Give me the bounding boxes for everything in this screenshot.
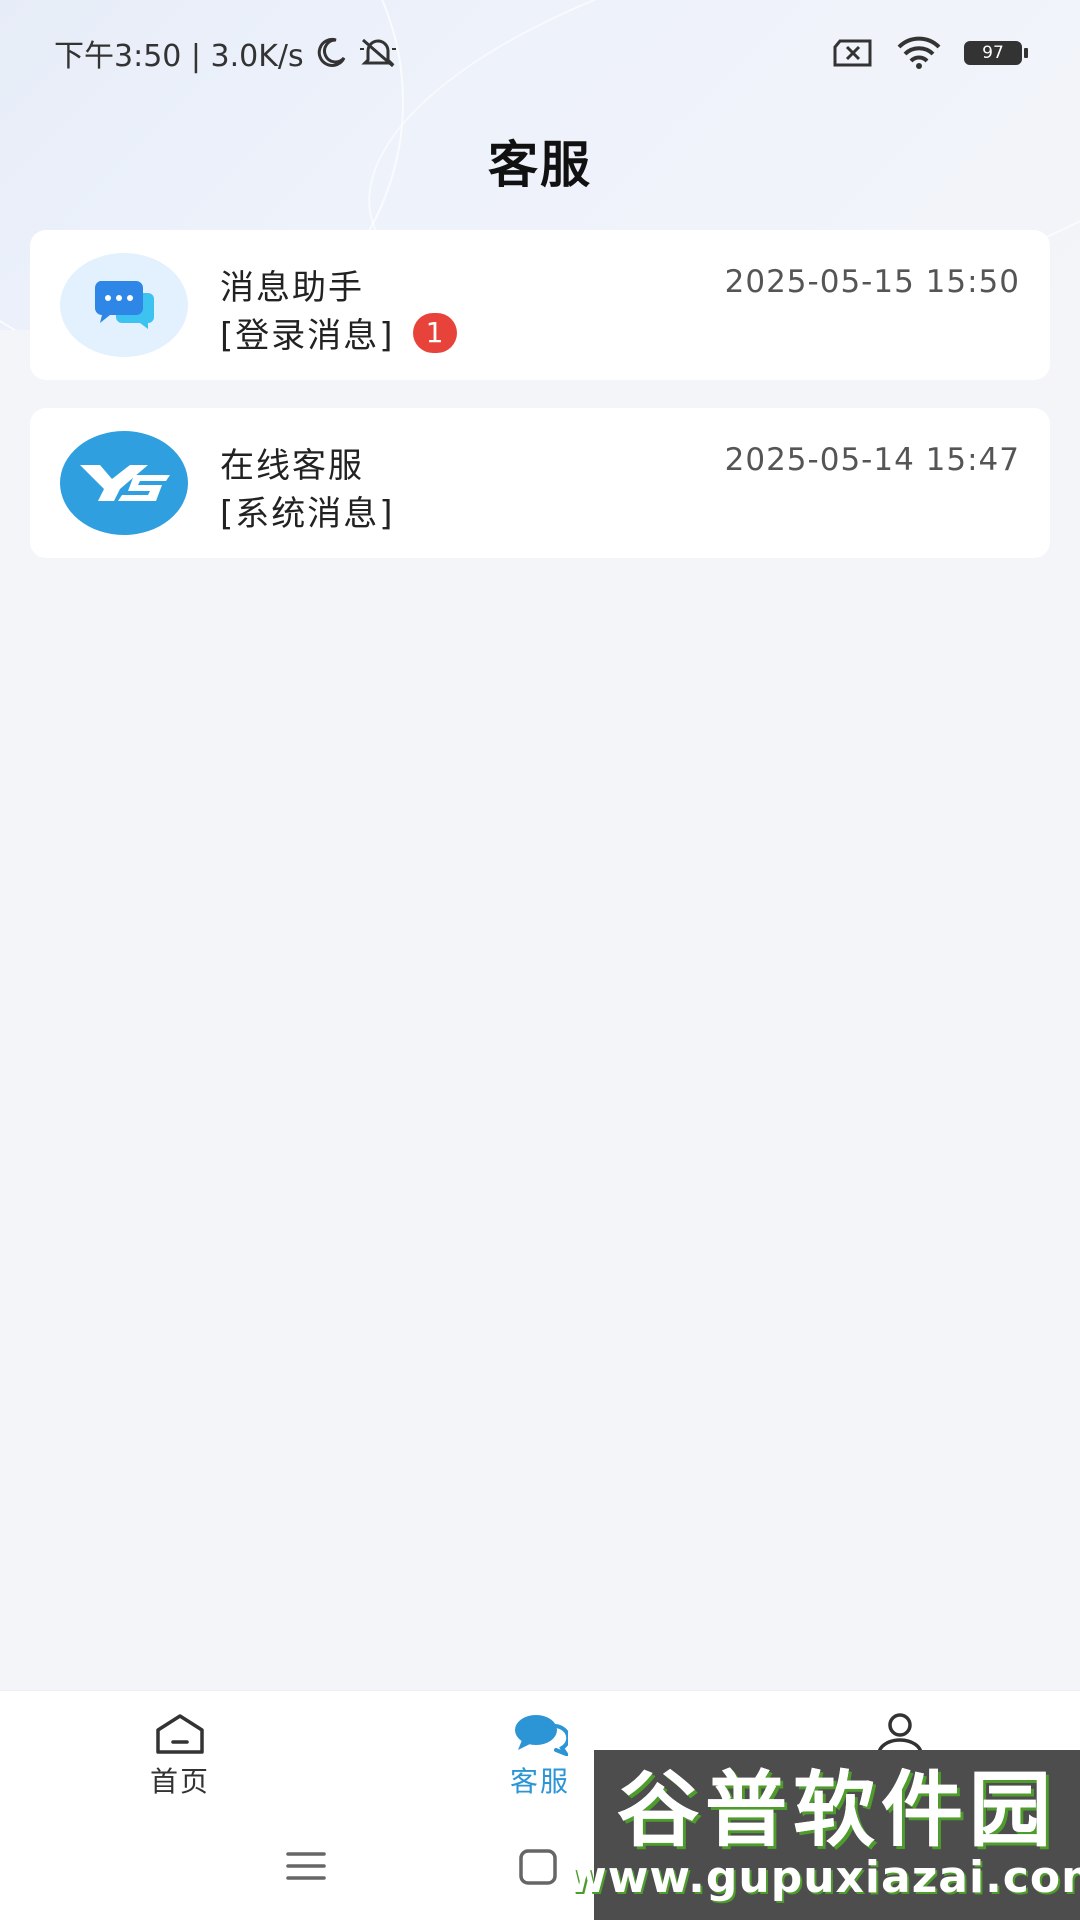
status-left: 下午3:50 | 3.0K/s [54,31,398,75]
home-icon [156,1714,204,1754]
status-right: 97 [832,36,1028,70]
chat-icon [515,1715,568,1756]
chat-name: 消息助手 [220,268,364,308]
chat-preview-row: [系统消息] [220,486,395,535]
chat-bubbles-icon [94,281,154,329]
chat-preview: [系统消息] [220,494,395,534]
ys-logo-icon [80,465,170,501]
avatar [60,431,188,535]
chat-preview: [登录消息] [220,316,395,356]
page-header: 客服 [0,106,1080,216]
nav-service-label: 客服 [509,1765,570,1798]
chat-preview-row: [登录消息] 1 [220,308,457,357]
moon-icon [317,37,346,67]
menu-icon[interactable] [286,1848,326,1884]
chat-time: 2025-05-14 15:47 [724,442,1020,478]
watermark-url: www.gupuxiazai.com [566,1851,1080,1903]
wifi-icon [897,36,941,69]
status-bar: 下午3:50 | 3.0K/s 97 [0,0,1080,106]
page-title: 客服 [488,136,592,194]
chat-item-online-service[interactable]: 在线客服 [系统消息] 2025-05-14 15:47 [30,408,1050,558]
sim-x-icon [833,39,872,67]
home-square-icon[interactable] [518,1848,558,1886]
chat-list: 消息助手 [登录消息] 1 2025-05-15 15:50 在线客服 [系统消… [30,230,1050,586]
unread-badge: 1 [412,312,457,353]
mute-bell-icon [359,38,396,68]
battery-level: 97 [982,43,1004,63]
battery-icon: 97 [964,41,1028,65]
watermark-title: 谷普软件园 [616,1762,1057,1858]
avatar [60,253,188,357]
status-time-speed: 下午3:50 | 3.0K/s [54,39,304,74]
nav-home[interactable]: 首页 [0,1691,360,1821]
watermark: 谷普软件园 www.gupuxiazai.com [566,1750,1080,1920]
chat-item-message-assistant[interactable]: 消息助手 [登录消息] 1 2025-05-15 15:50 [30,230,1050,380]
nav-home-label: 首页 [149,1765,210,1798]
chat-name: 在线客服 [220,446,364,486]
chat-time: 2025-05-15 15:50 [724,264,1020,300]
